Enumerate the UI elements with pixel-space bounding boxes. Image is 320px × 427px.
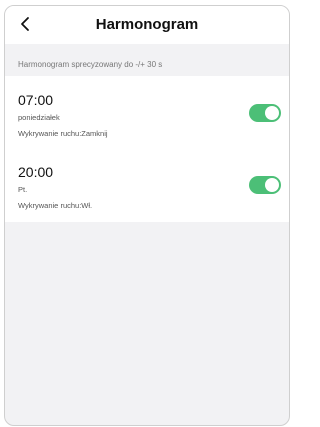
schedule-motion-detection: Wykrywanie ruchu:Wł.	[18, 201, 93, 210]
info-bar: Harmonogram sprecyzowany do -/+ 30 s	[5, 44, 289, 76]
info-text: Harmonogram sprecyzowany do -/+ 30 s	[18, 60, 163, 69]
toggle-knob	[265, 178, 279, 192]
schedule-toggle[interactable]	[249, 176, 281, 194]
schedule-time: 20:00	[18, 164, 54, 180]
page-title: Harmonogram	[95, 16, 199, 33]
schedule-item[interactable]: 20:00 Pt. Wykrywanie ruchu:Wł.	[5, 148, 289, 220]
toggle-knob	[265, 106, 279, 120]
schedule-time: 07:00	[18, 92, 54, 108]
schedule-day: poniedziałek	[18, 113, 60, 122]
schedule-toggle[interactable]	[249, 104, 281, 122]
schedule-motion-detection: Wykrywanie ruchu:Zamknij	[18, 129, 108, 138]
schedule-item[interactable]: 07:00 poniedziałek Wykrywanie ruchu:Zamk…	[5, 76, 289, 148]
schedule-list: 07:00 poniedziałek Wykrywanie ruchu:Zamk…	[5, 76, 289, 222]
app-frame: Harmonogram Harmonogram sprecyzowany do …	[4, 5, 290, 426]
schedule-day: Pt.	[18, 185, 28, 194]
header: Harmonogram	[5, 6, 289, 44]
